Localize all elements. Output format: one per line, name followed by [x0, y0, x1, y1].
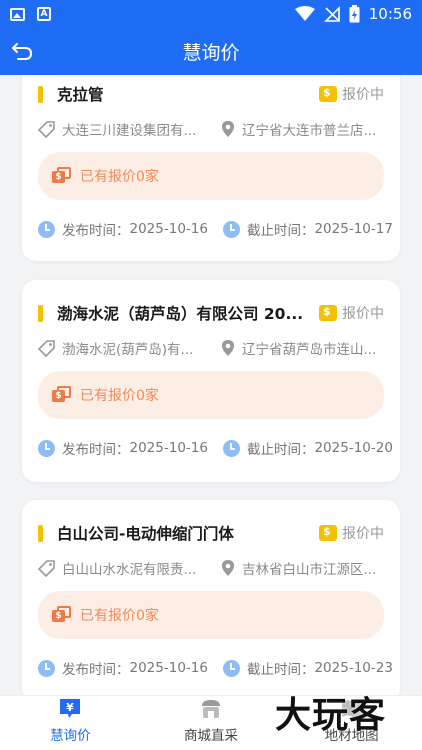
app-a-icon: A [37, 7, 51, 21]
publish-label: 发布时间： [62, 223, 130, 239]
status-badge: 报价中 [319, 84, 384, 104]
title-marker [38, 524, 43, 542]
quote-icon: $ [52, 606, 72, 624]
status-label: 报价中 [342, 526, 384, 542]
inquiry-card[interactable]: 克拉管 报价中 大连三川建设集团有... 辽宁省大连市普兰店... $ 已有报价… [22, 75, 400, 261]
location-text: 吉林省白山市江源区... [242, 562, 377, 578]
location-pin-icon [222, 121, 234, 137]
company-name: 渤海水泥(葫芦岛)有... [62, 342, 194, 358]
card-title: 渤海水泥（葫芦岛）有限公司 20... [57, 305, 304, 323]
quote-count-box[interactable]: $ 已有报价0家 [38, 591, 384, 639]
card-dates: 发布时间： 2025-10-16 截止时间： 2025-10-17 [38, 219, 393, 239]
publish-date: 2025-10-16 [129, 440, 208, 456]
clock-icon [38, 659, 55, 677]
deadline-label: 截止时间： [246, 223, 315, 239]
tab-label: 慧询价 [50, 728, 91, 744]
publish-label: 发布时间： [62, 442, 130, 458]
quote-status-icon [319, 86, 337, 102]
tab-label: 商城直采 [184, 728, 238, 744]
company-tag-icon [38, 340, 55, 357]
deadline-date: 2025-10-20 [314, 440, 393, 456]
card-title: 白山公司-电动伸缩门门体 [57, 525, 234, 543]
quote-count-text: 已有报价0家 [80, 388, 159, 404]
title-marker [38, 304, 43, 322]
wifi-icon [294, 6, 315, 21]
card-meta: 白山山水水泥有限责... 吉林省白山市江源区... [38, 558, 390, 578]
card-dates: 发布时间： 2025-10-16 截止时间： 2025-10-23 [38, 658, 393, 678]
location-pin-icon [222, 560, 234, 576]
card-meta: 大连三川建设集团有... 辽宁省大连市普兰店... [38, 119, 390, 139]
inquiry-list[interactable]: 克拉管 报价中 大连三川建设集团有... 辽宁省大连市普兰店... $ 已有报价… [0, 75, 422, 695]
deadline-label: 截止时间： [246, 442, 315, 458]
company-tag-icon [38, 121, 55, 138]
card-dates: 发布时间： 2025-10-16 截止时间： 2025-10-20 [38, 438, 393, 458]
battery-icon [349, 5, 360, 23]
clock-icon [222, 659, 240, 677]
watermark-text: 大玩客 [275, 695, 387, 736]
back-arrow-icon[interactable] [10, 38, 36, 64]
status-badge: 报价中 [319, 303, 384, 323]
inquiry-card[interactable]: 白山公司-电动伸缩门门体 报价中 白山山水水泥有限责... 吉林省白山市江源区.… [22, 500, 400, 695]
quote-status-icon [319, 305, 337, 321]
clock-icon [222, 220, 240, 238]
publish-date: 2025-10-16 [129, 660, 208, 676]
location-text: 辽宁省葫芦岛市连山... [242, 342, 377, 358]
deadline-date: 2025-10-23 [314, 660, 393, 676]
location-text: 辽宁省大连市普兰店... [242, 123, 377, 139]
card-title: 克拉管 [57, 86, 104, 104]
company-tag-icon [38, 560, 55, 577]
publish-date: 2025-10-16 [129, 221, 208, 237]
page-title: 慧询价 [182, 42, 240, 64]
status-label: 报价中 [342, 306, 384, 322]
company-name: 白山山水水泥有限责... [62, 562, 197, 578]
quote-count-text: 已有报价0家 [80, 608, 159, 624]
no-signal-icon [323, 6, 340, 22]
title-bar: 慧询价 [0, 28, 422, 75]
inquiry-card[interactable]: 渤海水泥（葫芦岛）有限公司 20... 报价中 渤海水泥(葫芦岛)有... 辽宁… [22, 280, 400, 482]
status-bar: A 10:56 [0, 0, 422, 28]
tab-store[interactable]: 商城直采 [141, 696, 282, 750]
svg-text:¥: ¥ [67, 701, 75, 714]
deadline-date: 2025-10-17 [314, 221, 393, 237]
quote-icon: $ [52, 167, 72, 185]
clock-icon [38, 439, 55, 457]
quote-status-icon [319, 525, 337, 541]
inquiry-icon: ¥ [60, 699, 81, 718]
status-badge: 报价中 [319, 523, 384, 543]
quote-count-text: 已有报价0家 [80, 169, 159, 185]
clock-time: 10:56 [368, 5, 412, 23]
clock-icon [38, 220, 55, 238]
quote-count-box[interactable]: $ 已有报价0家 [38, 152, 384, 200]
title-marker [38, 85, 43, 103]
clock-icon [222, 439, 240, 457]
quote-icon: $ [52, 386, 72, 404]
company-name: 大连三川建设集团有... [62, 123, 197, 139]
store-icon [202, 700, 220, 718]
status-label: 报价中 [342, 87, 384, 103]
card-meta: 渤海水泥(葫芦岛)有... 辽宁省葫芦岛市连山... [38, 338, 390, 358]
publish-label: 发布时间： [62, 662, 130, 678]
quote-count-box[interactable]: $ 已有报价0家 [38, 371, 384, 419]
tab-inquiry[interactable]: ¥ 慧询价 [0, 696, 141, 750]
deadline-label: 截止时间： [246, 662, 315, 678]
image-icon [10, 7, 25, 21]
location-pin-icon [222, 340, 234, 356]
